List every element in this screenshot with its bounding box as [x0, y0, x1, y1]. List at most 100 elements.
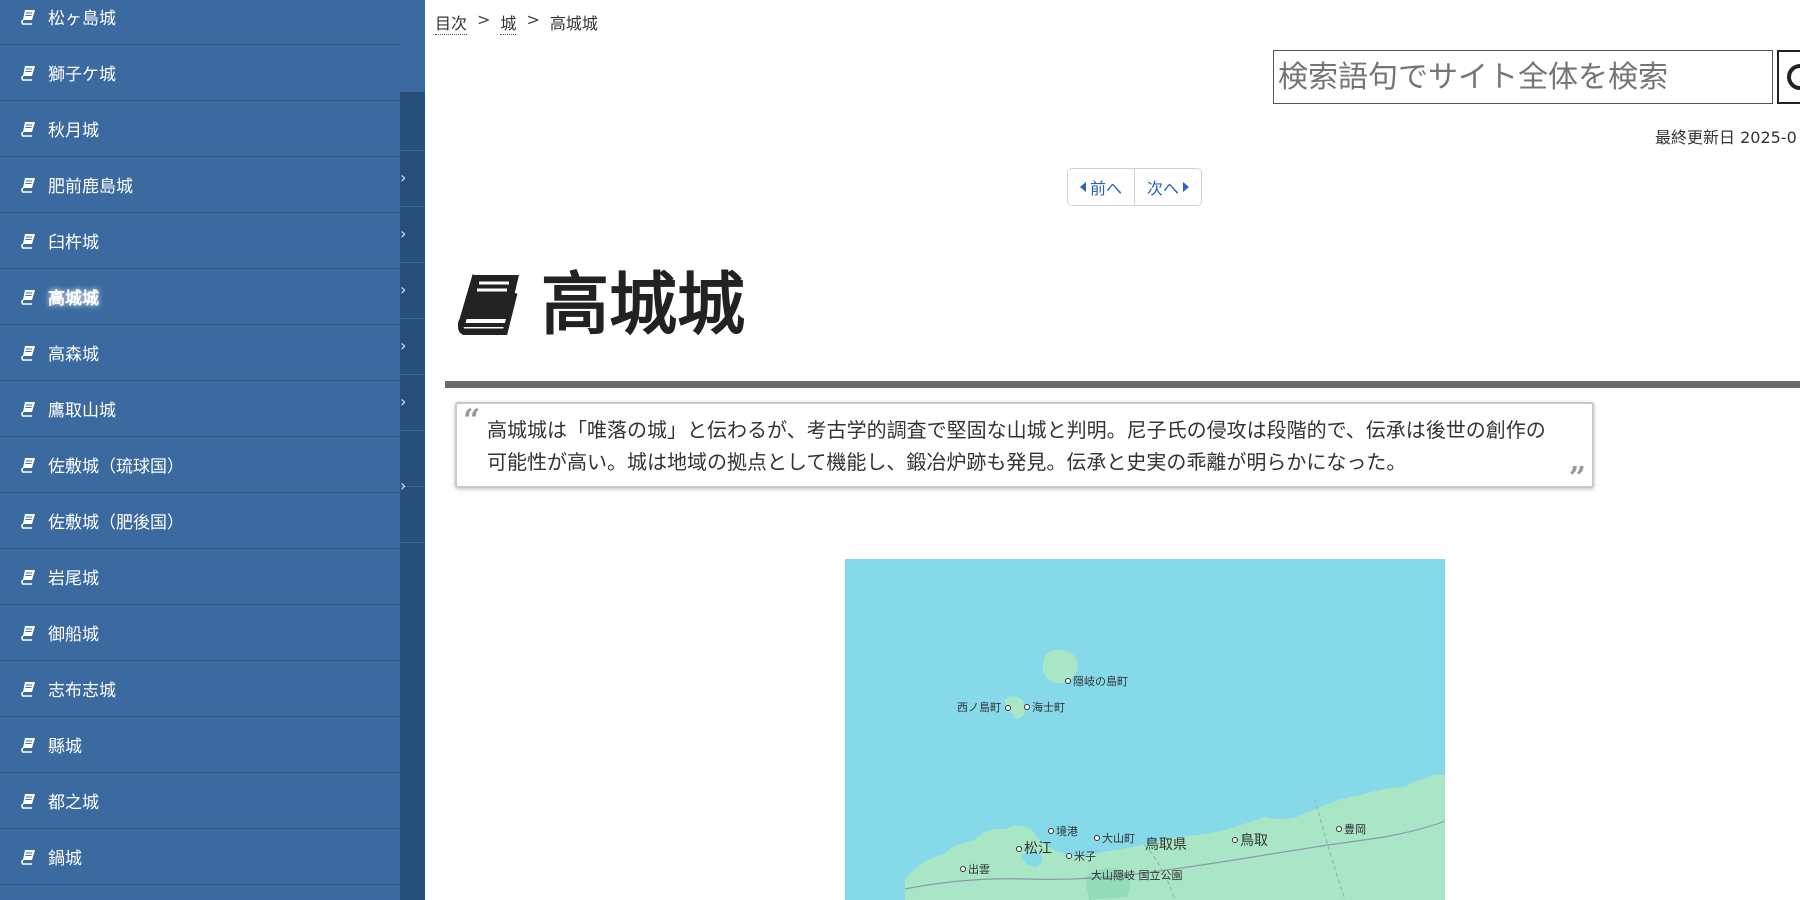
prev-label: 前へ: [1090, 179, 1123, 198]
title-divider: [445, 381, 1800, 388]
sidebar-item[interactable]: 都之城: [0, 773, 400, 829]
search-button[interactable]: [1777, 50, 1800, 104]
breadcrumb-separator: >: [477, 10, 491, 29]
book-icon: [20, 793, 48, 809]
map-label-toyooka: 豊岡: [1344, 823, 1366, 836]
sidebar-item[interactable]: 佐敷城（肥後国）: [0, 493, 400, 549]
next-button[interactable]: 次へ: [1134, 169, 1202, 205]
quote-close-icon: ”: [1568, 461, 1586, 496]
map-marker: [1232, 837, 1238, 843]
book-icon: [20, 513, 48, 529]
map-marker: [1065, 678, 1071, 684]
quote-open-icon: “: [463, 403, 481, 438]
sidebar-item-label: 肥前鹿島城: [48, 177, 133, 197]
sidebar-item-label: 松ヶ島城: [48, 9, 116, 29]
sidebar-item[interactable]: 高城城: [0, 269, 400, 325]
breadcrumb-home-link[interactable]: 目次: [435, 10, 468, 35]
chevron-right-icon[interactable]: ›: [400, 476, 412, 495]
sidebar-item-label: 岩尾城: [48, 569, 99, 589]
pager: 前へ 次へ: [1067, 168, 1203, 206]
book-icon: [20, 65, 48, 81]
map-label-tottori-pref: 鳥取県: [1145, 837, 1187, 853]
search-icon: [1787, 64, 1800, 90]
summary-text: 高城城は「唯落の城」と伝わるが、考古学的調査で堅固な山城と判明。尼子氏の侵攻は段…: [487, 418, 1546, 474]
sidebar-item[interactable]: 志布志城: [0, 661, 400, 717]
sidebar-item[interactable]: 岩尾城: [0, 549, 400, 605]
sidebar-item[interactable]: 佐敷城（琉球国）: [0, 437, 400, 493]
sidebar-item[interactable]: 縣城: [0, 717, 400, 773]
book-icon: [20, 401, 48, 417]
chevron-right-icon[interactable]: ›: [400, 280, 412, 299]
sidebar-item-label: 臼杵城: [48, 233, 99, 253]
map-marker: [1066, 853, 1072, 859]
caret-left-icon: [1080, 182, 1086, 192]
map-marker: [960, 866, 966, 872]
book-icon: [20, 569, 48, 585]
book-icon: [20, 289, 48, 305]
book-icon: [20, 849, 48, 865]
sidebar-item[interactable]: 鷹取山城: [0, 381, 400, 437]
location-map[interactable]: 隠岐の島町 西ノ島町 海士町 境港 大山町 鳥取県 鳥取 豊岡 松江 米子 出雲…: [845, 559, 1445, 900]
map-label-okinoshima: 隠岐の島町: [1073, 674, 1128, 688]
summary-quote: “ 高城城は「唯落の城」と伝わるが、考古学的調査で堅固な山城と判明。尼子氏の侵攻…: [455, 402, 1594, 494]
sidebar-item-label: 縣城: [48, 737, 82, 757]
next-label: 次へ: [1147, 179, 1180, 198]
chevron-right-icon[interactable]: ›: [400, 336, 412, 355]
book-icon: [455, 273, 521, 339]
search-box: [1273, 50, 1773, 104]
book-icon: [20, 737, 48, 753]
search-input[interactable]: [1278, 55, 1768, 99]
sidebar-item-label: 鷹取山城: [48, 401, 116, 421]
sidebar-item[interactable]: 高森城: [0, 325, 400, 381]
map-label-izumo: 出雲: [968, 862, 990, 876]
sidebar-item[interactable]: 御船城: [0, 605, 400, 661]
sidebar-item[interactable]: 臼杵城: [0, 213, 400, 269]
sidebar-rail: › › › › › ›: [400, 0, 425, 900]
map-marker: [1094, 835, 1100, 841]
map-marker: [1005, 705, 1011, 711]
sidebar: 松ヶ島城獅子ケ城 秋月城肥前鹿島城臼杵城高城城高森城鷹取山城佐敷城（琉球国） 佐敷城…: [0, 0, 400, 900]
caret-right-icon: [1183, 182, 1190, 192]
chevron-right-icon[interactable]: ›: [400, 168, 412, 187]
map-label-park: 大山隠岐 国立公園: [1091, 868, 1183, 882]
prev-button[interactable]: 前へ: [1068, 169, 1135, 205]
breadcrumb: 目次 > 城 > 高城城: [435, 10, 598, 35]
breadcrumb-separator: >: [526, 10, 540, 29]
map-label-matsue: 松江: [1024, 841, 1052, 857]
book-icon: [20, 9, 48, 25]
page-heading: 高城城: [541, 266, 746, 345]
sidebar-item-label: 御船城: [48, 625, 99, 645]
book-icon: [20, 681, 48, 697]
book-icon: [20, 121, 48, 137]
sidebar-list: 松ヶ島城獅子ケ城 秋月城肥前鹿島城臼杵城高城城高森城鷹取山城佐敷城（琉球国） 佐敷城…: [0, 0, 400, 885]
page-title: 高城城: [455, 272, 745, 340]
map-label-tottori: 鳥取: [1240, 833, 1268, 849]
sidebar-item[interactable]: 獅子ケ城: [0, 45, 400, 101]
sidebar-item-label: 都之城: [48, 793, 99, 813]
sidebar-item-label: 高城城: [48, 289, 99, 309]
breadcrumb-category-link[interactable]: 城: [500, 10, 517, 35]
chevron-right-icon[interactable]: ›: [400, 224, 412, 243]
map-marker: [1048, 828, 1054, 834]
rail-chevrons: › › › › › ›: [400, 0, 425, 900]
sidebar-item[interactable]: 肥前鹿島城: [0, 157, 400, 213]
book-icon: [20, 457, 48, 473]
sidebar-item-label: 佐敷城（肥後国）: [48, 513, 184, 533]
last-updated: 最終更新日 2025-0: [1655, 128, 1797, 147]
book-icon: [20, 625, 48, 641]
chevron-right-icon[interactable]: ›: [400, 392, 412, 411]
map-label-daisen: 大山町: [1102, 831, 1135, 845]
map-marker: [1336, 826, 1342, 832]
map-label-ama: 海士町: [1032, 700, 1065, 714]
map-label-sakaiminato: 境港: [1056, 824, 1078, 838]
sidebar-item[interactable]: 鍋城: [0, 829, 400, 885]
sidebar-item-label: 鍋城: [48, 849, 82, 869]
sidebar-item[interactable]: 松ヶ島城: [0, 0, 400, 45]
map-label-nishinoshima: 西ノ島町: [957, 700, 1001, 714]
book-icon: [20, 177, 48, 193]
breadcrumb-current: 高城城: [549, 14, 598, 33]
sidebar-item-label: 志布志城: [48, 681, 116, 701]
sidebar-item-label: 佐敷城（琉球国）: [48, 457, 184, 477]
sidebar-item[interactable]: 秋月城: [0, 101, 400, 157]
sidebar-item-label: 高森城: [48, 345, 99, 365]
